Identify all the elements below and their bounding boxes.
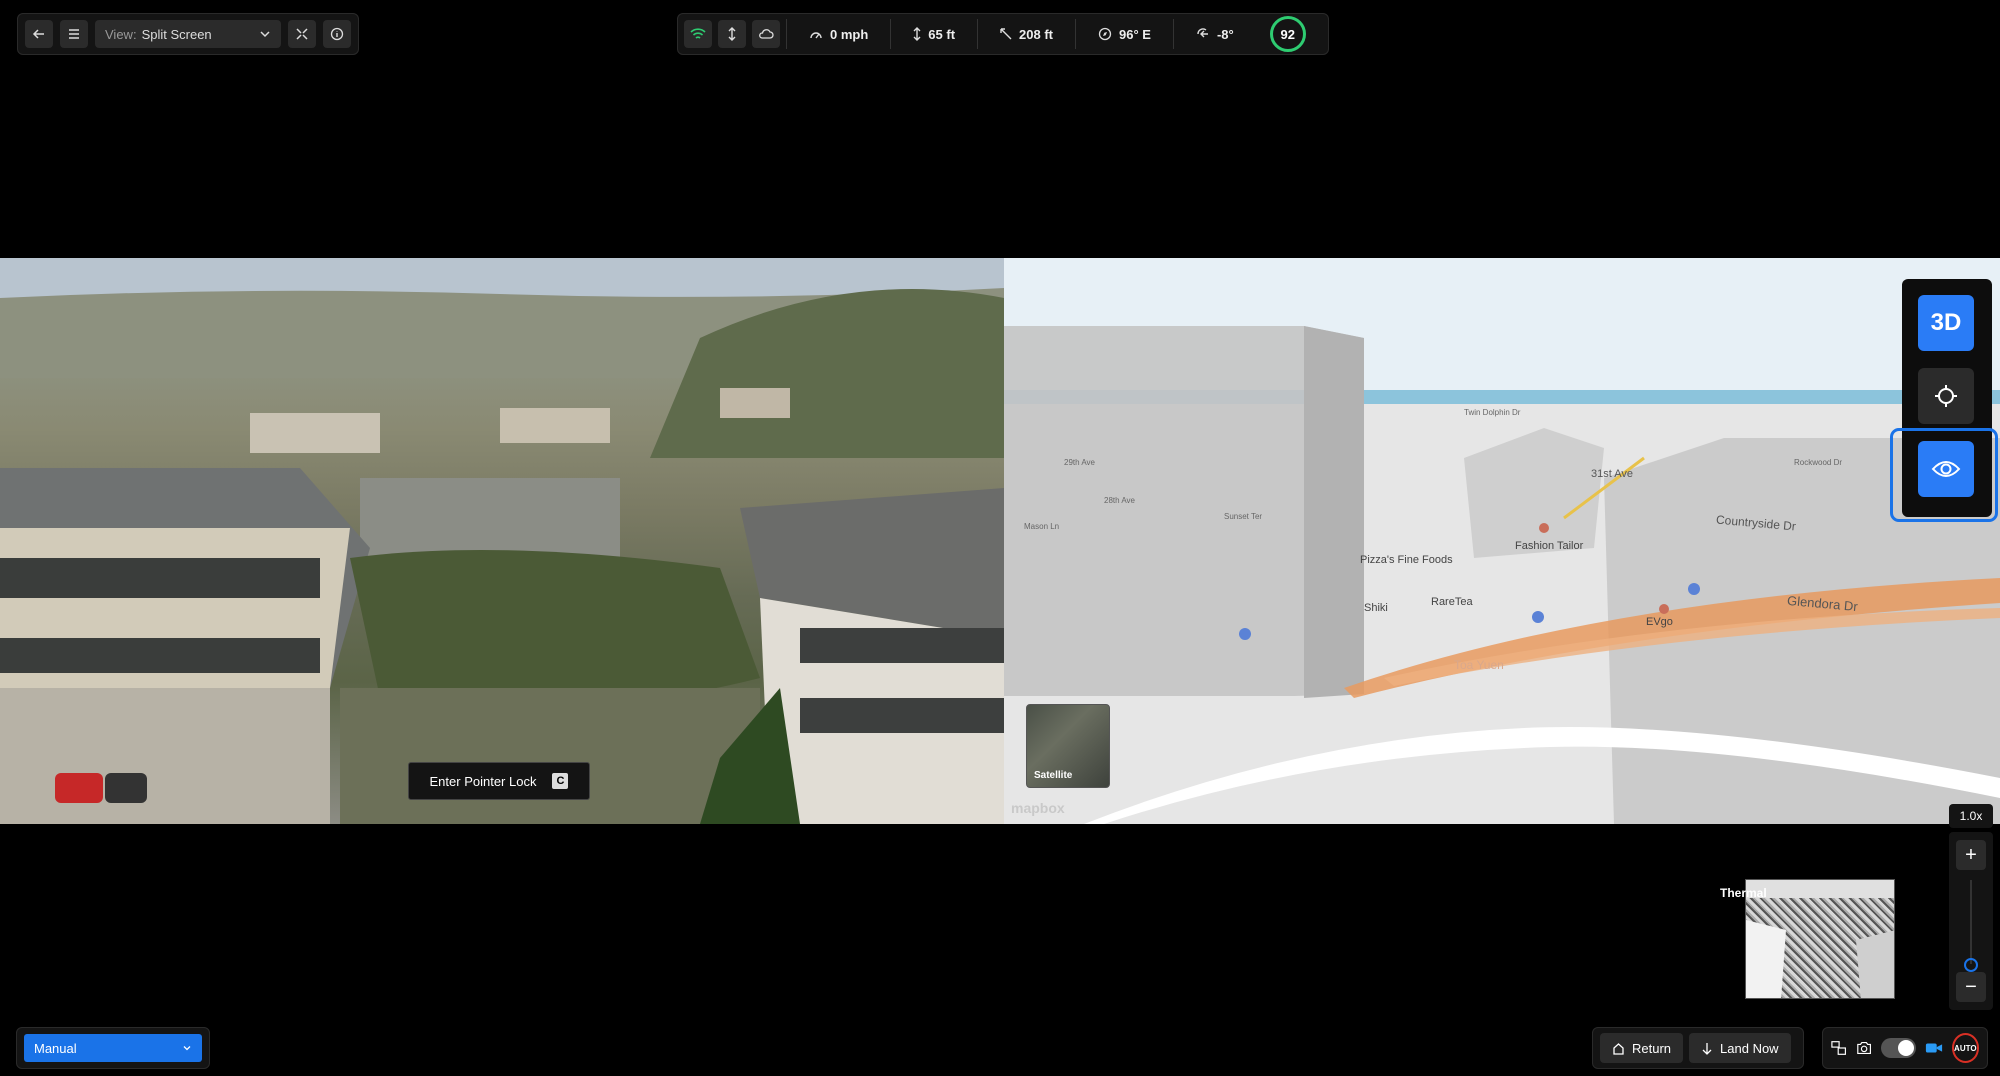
distance-readout: 208 ft (977, 19, 1075, 49)
speed-readout: 0 mph (786, 19, 890, 49)
wifi-icon (690, 28, 706, 39)
pitch-readout: -8° (1172, 19, 1256, 49)
compass-icon (1098, 27, 1112, 41)
map-label: Sunset Ter (1224, 512, 1263, 521)
map-label: 28th Ave (1104, 496, 1135, 505)
map-label: Pizza's Fine Foods (1360, 554, 1453, 566)
home-icon (1613, 1042, 1624, 1055)
view-select[interactable]: View: Split Screen (95, 20, 281, 48)
diagonal-arrow-icon (1000, 28, 1012, 40)
aerial-scene-image (0, 258, 1004, 824)
photo-camera-icon[interactable] (1856, 1040, 1872, 1056)
land-now-label: Land Now (1720, 1040, 1779, 1056)
view-select-value: Split Screen (141, 26, 212, 42)
speed-value: 0 mph (830, 26, 869, 42)
photo-video-toggle[interactable] (1881, 1038, 1916, 1058)
map-label: Fashion Tailor (1515, 540, 1584, 552)
top-left-toolbar: View: Split Screen (17, 13, 359, 55)
return-button[interactable]: Return (1600, 1033, 1684, 1063)
enter-pointer-lock-button[interactable]: Enter Pointer Lock C (408, 762, 590, 800)
video-camera-icon[interactable] (1925, 1041, 1943, 1055)
zoom-in-button[interactable]: + (1956, 840, 1986, 870)
zoom-slider[interactable]: + − (1949, 832, 1993, 1010)
satellite-label: Satellite (1034, 770, 1073, 781)
battery-indicator: 92 (1269, 16, 1306, 52)
altitude-value: 65 ft (928, 26, 956, 42)
heading-readout: 96° E (1075, 19, 1173, 49)
map-label: RareTea (1431, 596, 1473, 608)
map-label: 31st Ave (1591, 468, 1633, 480)
map-label: Rockwood Dr (1794, 458, 1843, 467)
recenter-button[interactable] (1918, 368, 1974, 424)
collapse-icon (296, 28, 308, 40)
zoom-out-button[interactable]: − (1956, 972, 1986, 1002)
link-arrows-icon (728, 27, 736, 41)
back-button[interactable] (25, 20, 53, 48)
telemetry-bar: 0 mph 65 ft 208 ft 96° E -8° 92 (677, 13, 1329, 55)
map-view[interactable]: Pizza's Fine Foods Shiki RareTea Fashion… (1004, 258, 2000, 824)
map-label: Toa Yuen (1454, 658, 1504, 672)
satellite-layer-toggle[interactable]: Satellite (1026, 704, 1110, 788)
fullscreen-button[interactable] (288, 20, 316, 48)
flight-mode-select[interactable]: Manual (24, 1034, 202, 1062)
mapbox-logo: mapbox (1011, 800, 1065, 816)
speedometer-icon (810, 32, 822, 39)
flight-mode-panel: Manual (16, 1027, 210, 1069)
arrow-left-icon (32, 29, 44, 39)
pointer-lock-label: Enter Pointer Lock (429, 773, 537, 789)
zoom-thumb[interactable] (1964, 958, 1978, 972)
view-select-label: View: (105, 26, 137, 42)
selection-highlight (1890, 428, 1998, 522)
menu-button[interactable] (60, 20, 88, 48)
pitch-value: -8° (1216, 26, 1234, 42)
info-button[interactable] (323, 20, 351, 48)
flight-mode-value: Manual (34, 1040, 77, 1056)
zoom-level: 1.0x (1949, 804, 1993, 828)
zoom-track[interactable] (1970, 880, 1972, 964)
crosshair-icon (1935, 385, 1957, 407)
thermal-label: Thermal (1720, 886, 1767, 900)
map-label: 29th Ave (1064, 458, 1095, 467)
return-label: Return (1632, 1040, 1672, 1056)
signal-button[interactable] (684, 20, 712, 48)
land-now-button[interactable]: Land Now (1689, 1033, 1791, 1063)
pointer-lock-key: C (552, 773, 569, 789)
cloud-icon (759, 29, 774, 39)
altitude-readout: 65 ft (890, 19, 977, 49)
map-label: EVgo (1646, 616, 1673, 628)
heading-value: 96° E (1119, 26, 1151, 42)
link-button[interactable] (718, 20, 746, 48)
vertical-arrows-icon (913, 27, 921, 41)
mapbox-attribution: mapbox (1011, 800, 1065, 816)
distance-value: 208 ft (1019, 26, 1053, 42)
auto-record-badge[interactable]: AUTO (1951, 1033, 1980, 1063)
media-controls: AUTO (1822, 1027, 1988, 1069)
map-label: Twin Dolphin Dr (1464, 408, 1521, 417)
camera-switch-icon[interactable] (1831, 1040, 1847, 1056)
camera-feed[interactable] (0, 258, 1004, 824)
chevron-down-icon (183, 1046, 191, 1051)
map-label: Shiki (1364, 602, 1388, 614)
weather-button[interactable] (752, 20, 780, 48)
map-label: Mason Ln (1024, 522, 1060, 531)
info-icon (330, 27, 344, 41)
hamburger-icon (69, 29, 79, 39)
thermal-image (1746, 880, 1894, 998)
3d-map-image (1004, 258, 2000, 824)
3d-toggle-button[interactable]: 3D (1918, 295, 1974, 351)
arrow-down-icon (1702, 1042, 1712, 1055)
thermal-preview[interactable] (1745, 879, 1895, 999)
gimbal-pitch-icon (1197, 28, 1208, 38)
flight-actions: Return Land Now (1592, 1027, 1804, 1069)
chevron-down-icon (260, 31, 270, 38)
